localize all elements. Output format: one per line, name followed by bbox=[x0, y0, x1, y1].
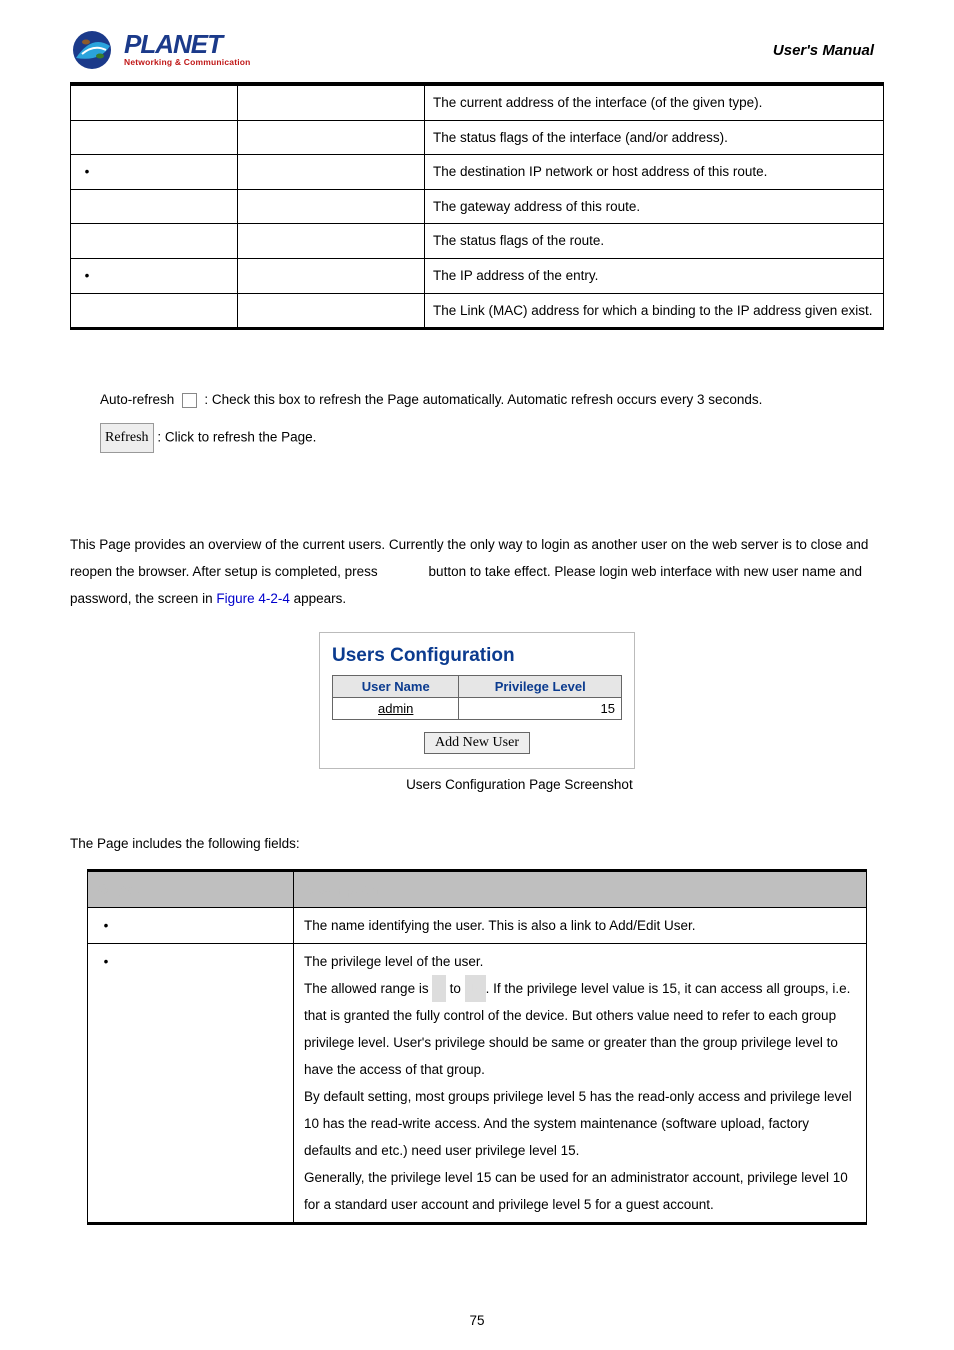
checkbox-icon[interactable] bbox=[182, 393, 197, 408]
auto-refresh-label: Auto-refresh bbox=[100, 392, 174, 407]
figure-title: Users Configuration bbox=[332, 645, 622, 667]
manual-title: User's Manual bbox=[773, 42, 884, 59]
section-paragraph: This Page provides an overview of the cu… bbox=[70, 531, 884, 612]
users-config-figure: Users Configuration User Name Privilege … bbox=[319, 632, 635, 769]
page-header: PLANET Networking & Communication User's… bbox=[70, 20, 884, 80]
row-desc: The current address of the interface (of… bbox=[425, 86, 884, 121]
th-username: User Name bbox=[333, 676, 459, 698]
add-new-user-button[interactable]: Add New User bbox=[424, 732, 530, 754]
logo: PLANET Networking & Communication bbox=[70, 28, 251, 72]
row-desc: The destination IP network or host addre… bbox=[425, 155, 884, 190]
page-number: 75 bbox=[0, 1313, 954, 1328]
figure-caption: Figure 4-2-4: Users Configuration Page S… bbox=[70, 777, 884, 792]
fields-intro: The Page includes the following fields: bbox=[70, 830, 884, 857]
row-desc: The IP address of the entry. bbox=[425, 258, 884, 293]
refresh-line: Refresh : Click to refresh the Page. bbox=[100, 423, 884, 453]
th-privilege: Privilege Level bbox=[459, 676, 622, 698]
row-desc: The Link (MAC) address for which a bindi… bbox=[425, 293, 884, 329]
refresh-desc: : Click to refresh the Page. bbox=[157, 430, 316, 445]
field-username-desc: The name identifying the user. This is a… bbox=[294, 908, 867, 944]
row-desc: The status flags of the interface (and/o… bbox=[425, 120, 884, 155]
auto-refresh-desc: : Check this box to refresh the Page aut… bbox=[204, 392, 762, 407]
logo-subtext: Networking & Communication bbox=[124, 57, 251, 67]
field-username: • User Name bbox=[88, 908, 294, 944]
interface-table: Address The current address of the inter… bbox=[70, 85, 884, 330]
buttons-heading: Buttons bbox=[70, 360, 884, 376]
row-desc: The gateway address of this route. bbox=[425, 189, 884, 224]
fields-th-object: Object bbox=[88, 871, 294, 908]
auto-refresh-line: Auto-refresh : Check this box to refresh… bbox=[100, 386, 884, 413]
row-desc: The status flags of the route. bbox=[425, 224, 884, 259]
user-link[interactable]: admin bbox=[333, 698, 459, 720]
field-privilege-desc: The privilege level of the user. The all… bbox=[294, 944, 867, 1224]
fields-th-desc: Description bbox=[294, 871, 867, 908]
figure-ref-link[interactable]: Figure 4-2-4 bbox=[216, 591, 290, 606]
users-table: User Name Privilege Level admin 15 bbox=[332, 675, 622, 720]
section-heading: 4.2.4 Users Configuration bbox=[70, 503, 884, 521]
refresh-button[interactable]: Refresh bbox=[100, 423, 154, 453]
logo-text: PLANET bbox=[124, 33, 251, 56]
user-level: 15 bbox=[459, 698, 622, 720]
fields-table: Object Description • User Name The name … bbox=[87, 869, 867, 1225]
field-privilege: • Privilege Level bbox=[88, 944, 294, 1224]
